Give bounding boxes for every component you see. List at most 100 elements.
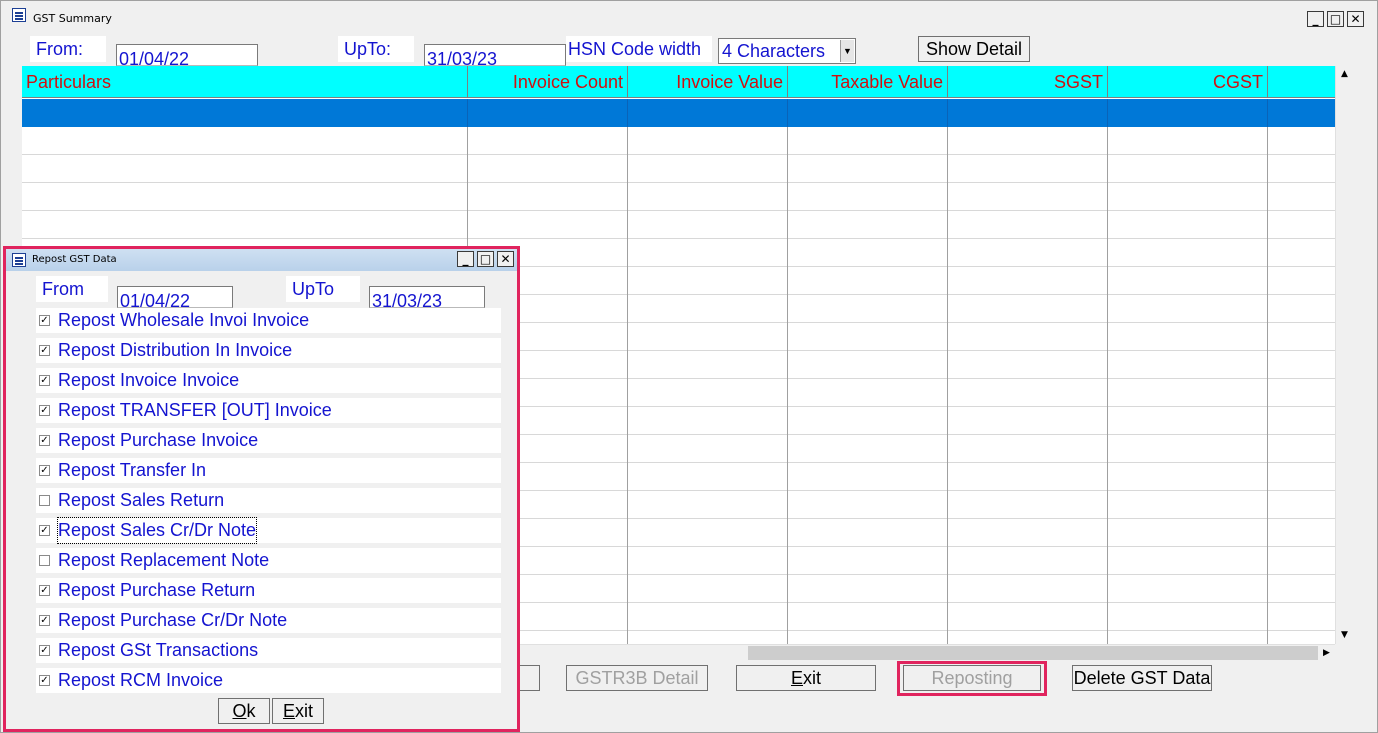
repost-option-label[interactable]: Repost Sales Return xyxy=(58,488,224,513)
table-cell[interactable] xyxy=(628,183,788,211)
horizontal-scroll-thumb[interactable] xyxy=(748,646,1318,660)
checkbox[interactable]: ✓ xyxy=(39,525,50,536)
table-cell[interactable] xyxy=(788,323,948,351)
delete-gst-data-button[interactable]: Delete GST Data xyxy=(1072,665,1212,691)
column-header-taxable-value[interactable]: Taxable Value xyxy=(788,66,948,98)
checkbox[interactable]: ✓ xyxy=(39,375,50,386)
checkbox[interactable] xyxy=(39,495,50,506)
dialog-exit-button[interactable]: Exit xyxy=(272,698,324,724)
table-cell[interactable] xyxy=(1268,295,1335,323)
table-cell[interactable] xyxy=(948,155,1108,183)
table-cell[interactable] xyxy=(1108,211,1268,239)
gstr3b-detail-button[interactable]: GSTR3B Detail xyxy=(566,665,708,691)
table-cell[interactable] xyxy=(628,127,788,155)
table-cell[interactable] xyxy=(1108,407,1268,435)
table-cell[interactable] xyxy=(1268,351,1335,379)
table-cell[interactable] xyxy=(948,99,1108,127)
table-cell[interactable] xyxy=(1108,155,1268,183)
repost-option-row[interactable]: Repost Replacement Note xyxy=(36,548,501,573)
column-header-invoice-value[interactable]: Invoice Value xyxy=(628,66,788,98)
table-cell[interactable] xyxy=(948,519,1108,547)
table-row[interactable] xyxy=(22,99,1335,127)
repost-option-label[interactable]: Repost Purchase Return xyxy=(58,578,255,603)
table-cell[interactable] xyxy=(948,435,1108,463)
table-cell[interactable] xyxy=(628,239,788,267)
table-cell[interactable] xyxy=(948,239,1108,267)
dialog-close-button[interactable]: ✕ xyxy=(497,251,514,267)
checkbox[interactable]: ✓ xyxy=(39,315,50,326)
repost-option-label[interactable]: Repost RCM Invoice xyxy=(58,668,223,693)
table-cell[interactable] xyxy=(628,575,788,603)
table-cell[interactable] xyxy=(788,575,948,603)
app-menu-icon[interactable] xyxy=(12,8,26,22)
table-cell[interactable] xyxy=(1108,183,1268,211)
table-cell[interactable] xyxy=(948,379,1108,407)
table-cell[interactable] xyxy=(948,463,1108,491)
repost-option-label[interactable]: Repost Wholesale Invoi Invoice xyxy=(58,308,309,333)
table-cell[interactable] xyxy=(948,631,1108,644)
table-cell[interactable] xyxy=(1268,99,1335,127)
table-cell[interactable] xyxy=(788,99,948,127)
table-cell[interactable] xyxy=(1268,239,1335,267)
repost-option-label[interactable]: Repost Purchase Invoice xyxy=(58,428,258,453)
table-cell[interactable] xyxy=(1268,211,1335,239)
repost-option-label[interactable]: Repost Invoice Invoice xyxy=(58,368,239,393)
table-cell[interactable] xyxy=(788,435,948,463)
table-cell[interactable] xyxy=(1268,435,1335,463)
table-cell[interactable] xyxy=(788,155,948,183)
table-cell[interactable] xyxy=(1108,127,1268,155)
table-row[interactable] xyxy=(22,211,1335,239)
repost-option-row[interactable]: ✓ Repost Invoice Invoice xyxy=(36,368,501,393)
table-row[interactable] xyxy=(22,183,1335,211)
table-cell[interactable] xyxy=(948,183,1108,211)
repost-option-label[interactable]: Repost Transfer In xyxy=(58,458,206,483)
dialog-from-date-input[interactable]: 01/04/22 xyxy=(117,286,233,308)
table-cell[interactable] xyxy=(788,631,948,644)
repost-option-row[interactable]: Repost Sales Return xyxy=(36,488,501,513)
from-date-input[interactable]: 01/04/22 xyxy=(116,44,258,66)
table-cell[interactable] xyxy=(1268,323,1335,351)
table-cell[interactable] xyxy=(948,351,1108,379)
dialog-minimize-button[interactable]: _ xyxy=(457,251,474,267)
scroll-right-icon[interactable]: ▶ xyxy=(1318,645,1335,662)
dialog-menu-icon[interactable] xyxy=(12,253,26,267)
checkbox[interactable]: ✓ xyxy=(39,645,50,656)
table-cell[interactable] xyxy=(628,547,788,575)
table-cell[interactable] xyxy=(788,211,948,239)
table-cell[interactable] xyxy=(1268,547,1335,575)
table-row[interactable] xyxy=(22,127,1335,155)
table-cell[interactable] xyxy=(1108,463,1268,491)
repost-option-row[interactable]: ✓ Repost TRANSFER [OUT] Invoice xyxy=(36,398,501,423)
table-cell[interactable] xyxy=(468,99,628,127)
table-cell[interactable] xyxy=(1268,519,1335,547)
checkbox[interactable]: ✓ xyxy=(39,405,50,416)
table-cell[interactable] xyxy=(788,267,948,295)
table-cell[interactable] xyxy=(1108,295,1268,323)
table-cell[interactable] xyxy=(22,127,468,155)
table-cell[interactable] xyxy=(1108,547,1268,575)
table-cell[interactable] xyxy=(628,351,788,379)
table-cell[interactable] xyxy=(1108,435,1268,463)
dialog-titlebar[interactable]: Repost GST Data _ □ ✕ xyxy=(6,249,517,271)
table-cell[interactable] xyxy=(948,491,1108,519)
table-cell[interactable] xyxy=(468,127,628,155)
dialog-upto-date-input[interactable]: 31/03/23 xyxy=(369,286,485,308)
column-header-cgst[interactable]: CGST xyxy=(1108,66,1268,98)
column-header-invoice-count[interactable]: Invoice Count xyxy=(468,66,628,98)
scroll-down-icon[interactable]: ▼ xyxy=(1336,627,1353,644)
table-cell[interactable] xyxy=(1268,183,1335,211)
table-cell[interactable] xyxy=(1108,267,1268,295)
table-cell[interactable] xyxy=(1108,603,1268,631)
table-cell[interactable] xyxy=(788,183,948,211)
table-cell[interactable] xyxy=(1268,127,1335,155)
table-cell[interactable] xyxy=(628,155,788,183)
table-row[interactable] xyxy=(22,155,1335,183)
repost-option-row[interactable]: ✓ Repost Wholesale Invoi Invoice xyxy=(36,308,501,333)
vertical-scrollbar[interactable]: ▲ ▼ xyxy=(1335,66,1352,644)
repost-option-label[interactable]: Repost TRANSFER [OUT] Invoice xyxy=(58,398,332,423)
table-cell[interactable] xyxy=(628,435,788,463)
table-cell[interactable] xyxy=(468,211,628,239)
table-cell[interactable] xyxy=(628,463,788,491)
table-cell[interactable] xyxy=(788,295,948,323)
main-exit-button[interactable]: Exit xyxy=(736,665,876,691)
